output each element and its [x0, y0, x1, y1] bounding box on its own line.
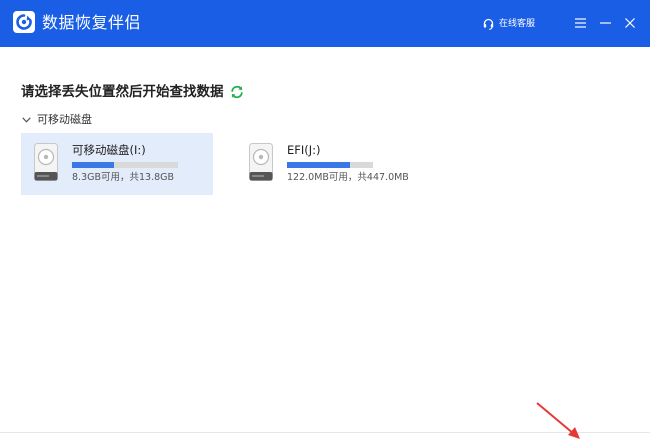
app-logo-icon — [13, 11, 35, 33]
drive-usage-fill — [287, 162, 350, 168]
menu-button[interactable] — [572, 15, 588, 31]
drive-size-text: 8.3GB可用，共13.8GB — [72, 172, 175, 183]
drive-item-efi-j[interactable]: EFI(J:) 122.0MB可用，共447.0MB — [236, 133, 428, 195]
section-label: 可移动磁盘 — [37, 113, 92, 126]
refresh-icon[interactable] — [230, 85, 244, 99]
menu-icon — [574, 18, 586, 28]
disk-drive-icon — [249, 143, 273, 181]
online-service-label: 在线客服 — [499, 19, 536, 29]
disk-drive-icon — [34, 143, 58, 181]
drive-usage-fill — [72, 162, 115, 168]
title-bar: 数据恢复伴侣 在线客服 — [0, 0, 650, 47]
headset-icon — [483, 18, 494, 30]
close-icon — [625, 18, 635, 28]
drive-name: EFI(J:) — [287, 143, 321, 157]
chevron-down-icon — [22, 117, 31, 123]
drive-name: 可移动磁盘(I:) — [72, 143, 146, 157]
annotation-arrow-icon — [536, 402, 580, 439]
drive-item-removable-disk-i[interactable]: 可移动磁盘(I:) 8.3GB可用，共13.8GB — [21, 133, 213, 195]
prompt-title: 请选择丢失位置然后开始查找数据 — [21, 84, 224, 100]
app-title: 数据恢复伴侣 — [42, 13, 142, 32]
location-prompt: 请选择丢失位置然后开始查找数据 — [21, 82, 244, 102]
minimize-icon — [599, 22, 611, 24]
drive-usage-bar — [287, 162, 373, 168]
close-button[interactable] — [622, 15, 638, 31]
drive-usage-bar — [72, 162, 178, 168]
drive-size-text: 122.0MB可用，共447.0MB — [287, 172, 409, 183]
minimize-button[interactable] — [597, 15, 613, 31]
removable-disk-section-header[interactable]: 可移动磁盘 — [22, 112, 92, 128]
online-service-button[interactable]: 在线客服 — [483, 16, 535, 32]
